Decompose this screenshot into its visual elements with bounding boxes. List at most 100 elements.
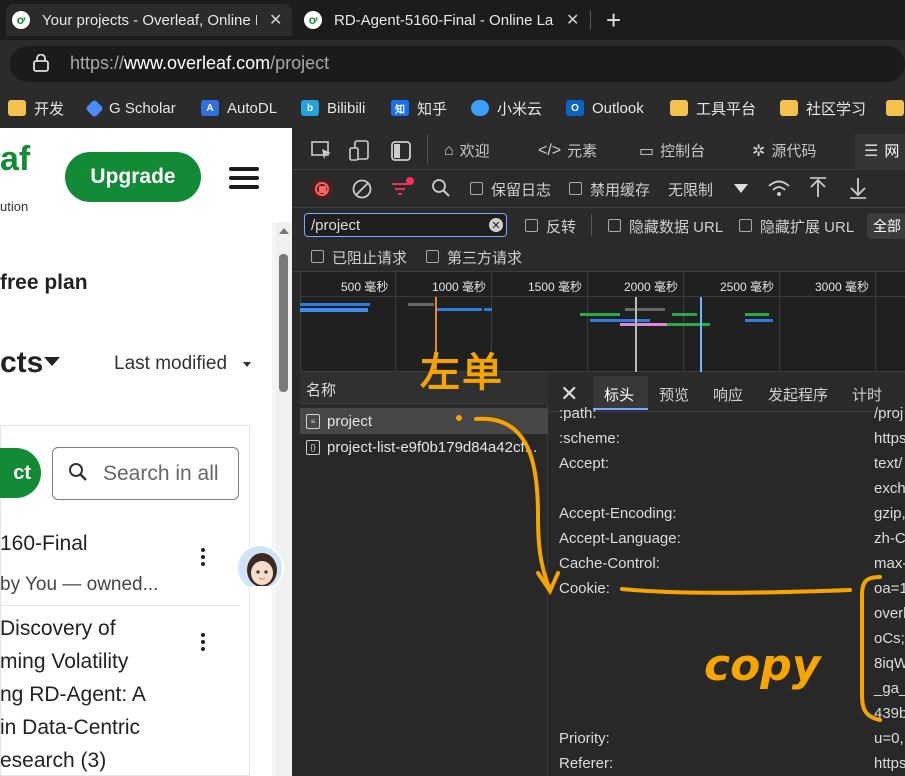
upgrade-button[interactable]: Upgrade [65, 152, 201, 202]
devtools-tab-network[interactable]: ☰ 网 [864, 140, 899, 161]
bookmark-item[interactable]: 小米云 [471, 96, 542, 120]
waterfall-bar [625, 308, 665, 311]
tab-timing[interactable]: 计时 [852, 384, 882, 405]
sort-dropdown[interactable]: Last modified [114, 353, 227, 375]
plan-label: free plan [0, 271, 88, 294]
lock-icon[interactable] [33, 54, 49, 72]
bookmark-item[interactable]: 开发 [8, 96, 64, 120]
preserve-log-checkbox[interactable] [470, 182, 483, 195]
third-party-checkbox[interactable] [426, 250, 439, 263]
tab-response[interactable]: 响应 [713, 384, 743, 405]
bookmark-item[interactable]: 社区学习 [780, 96, 866, 120]
hide-ext-urls-label: 隐藏扩展 URL [760, 219, 855, 236]
bookmark-item[interactable] [886, 96, 905, 120]
bookmark-item[interactable]: O Outlook [566, 96, 644, 120]
url-text[interactable]: https://www.overleaf.com/project [70, 53, 329, 74]
devtools-tab-welcome[interactable]: ⌂ 欢迎 [444, 140, 490, 161]
chevron-down-icon[interactable] [734, 184, 748, 193]
overleaf-favicon-icon: ơ [12, 11, 30, 29]
invert-label: 反转 [546, 219, 577, 236]
document-icon: ≡ [306, 413, 320, 429]
clear-filter-icon[interactable]: ✕ [489, 218, 503, 232]
project-title-line[interactable]: Discovery of [0, 617, 116, 641]
timeline-divider [300, 296, 905, 297]
search-icon[interactable] [431, 178, 451, 198]
waterfall-bar [484, 308, 492, 311]
bookmark-item[interactable]: A AutoDL [201, 96, 277, 120]
avatar[interactable] [236, 544, 284, 592]
devtools-tab-elements[interactable]: </> 元素 [538, 140, 597, 161]
bookmark-item[interactable]: 工具平台 [670, 96, 756, 120]
download-icon[interactable] [849, 177, 867, 199]
project-owner: by You — owned... [0, 574, 159, 595]
chevron-down-icon[interactable] [243, 362, 251, 367]
filter-all-button[interactable]: 全部 [867, 213, 905, 239]
clear-icon[interactable] [351, 178, 373, 200]
header-value[interactable]: https [874, 755, 905, 772]
bug-icon: ✲ [752, 142, 766, 160]
blocked-requests-checkbox[interactable] [311, 250, 324, 263]
project-title-line[interactable]: in Data-Centric [0, 716, 140, 740]
browser-tab-active[interactable]: ơ Your projects - Overleaf, Online L ✕ [6, 4, 292, 36]
left-click-annotation: 左单 [420, 350, 504, 396]
bookmark-item[interactable]: b Bilibili [301, 96, 365, 120]
logo-subtitle: ution [0, 199, 29, 214]
browser-tab[interactable]: ơ RD-Agent-5160-Final - Online La ✕ [298, 4, 590, 36]
hide-ext-urls-checkbox[interactable] [739, 219, 752, 232]
overleaf-logo[interactable]: af [0, 140, 30, 179]
devtools-tab-console[interactable]: ▭ 控制台 [639, 140, 705, 161]
inspect-element-icon[interactable] [311, 141, 333, 161]
header-value[interactable]: u=0, [874, 730, 904, 747]
folder-icon [886, 100, 904, 116]
scholar-icon [85, 98, 104, 118]
tab-headers[interactable]: 标头 [604, 384, 634, 405]
close-icon[interactable]: ✕ [560, 381, 578, 407]
home-icon: ⌂ [444, 141, 454, 159]
timeline-tick-label: 1500 毫秒 [528, 280, 583, 294]
third-party-label: 第三方请求 [447, 250, 523, 267]
waterfall-bar [300, 308, 368, 312]
menu-icon[interactable] [229, 167, 259, 189]
toolbar-separator [427, 134, 428, 164]
divider [0, 605, 240, 606]
project-title-line[interactable]: esearch (3) [0, 749, 106, 773]
waterfall-bar [590, 319, 650, 322]
new-tab-button[interactable]: + [606, 5, 621, 36]
throttling-select[interactable]: 无限制 [668, 179, 713, 200]
project-title-line[interactable]: ming Volatility [0, 650, 128, 674]
tab-initiator[interactable]: 发起程序 [768, 384, 828, 405]
separator [591, 214, 592, 236]
scroll-up-icon[interactable] [279, 228, 289, 234]
header-key: Referer: [559, 755, 614, 772]
device-toolbar-icon[interactable] [349, 140, 373, 162]
tab-preview[interactable]: 预览 [659, 384, 689, 405]
more-options-icon[interactable] [201, 633, 207, 651]
tab-separator [590, 10, 591, 30]
bookmark-item[interactable]: G Scholar [85, 96, 176, 120]
dock-side-icon[interactable] [391, 141, 411, 161]
network-conditions-icon[interactable] [767, 178, 791, 200]
console-icon: ▭ [639, 142, 655, 160]
more-options-icon[interactable] [201, 548, 207, 566]
devtools-tab-sources[interactable]: ✲ 源代码 [752, 140, 816, 161]
bookmark-item[interactable]: 知知乎 [391, 96, 447, 120]
project-title[interactable]: 160-Final [0, 532, 88, 556]
scrollbar-thumb[interactable] [279, 254, 288, 392]
disable-cache-checkbox[interactable] [569, 182, 582, 195]
waterfall-bar [672, 313, 697, 316]
hide-data-urls-checkbox[interactable] [608, 219, 621, 232]
chevron-down-icon[interactable] [44, 357, 60, 366]
blocked-requests-label: 已阻止请求 [332, 250, 408, 267]
disable-cache-label: 禁用缓存 [590, 182, 651, 199]
close-tab-icon[interactable]: ✕ [269, 10, 282, 30]
upload-icon[interactable] [809, 177, 827, 199]
timeline-gridline [779, 272, 780, 372]
search-placeholder: Search in all [103, 462, 219, 485]
projects-heading[interactable]: cts [0, 346, 43, 380]
waterfall-bar [437, 308, 482, 311]
copy-annotation: copy [704, 640, 821, 691]
project-title-line[interactable]: ng RD-Agent: A [0, 683, 146, 707]
close-tab-icon[interactable]: ✕ [566, 10, 579, 30]
invert-checkbox[interactable] [525, 219, 538, 232]
filter-icon[interactable] [390, 176, 416, 200]
